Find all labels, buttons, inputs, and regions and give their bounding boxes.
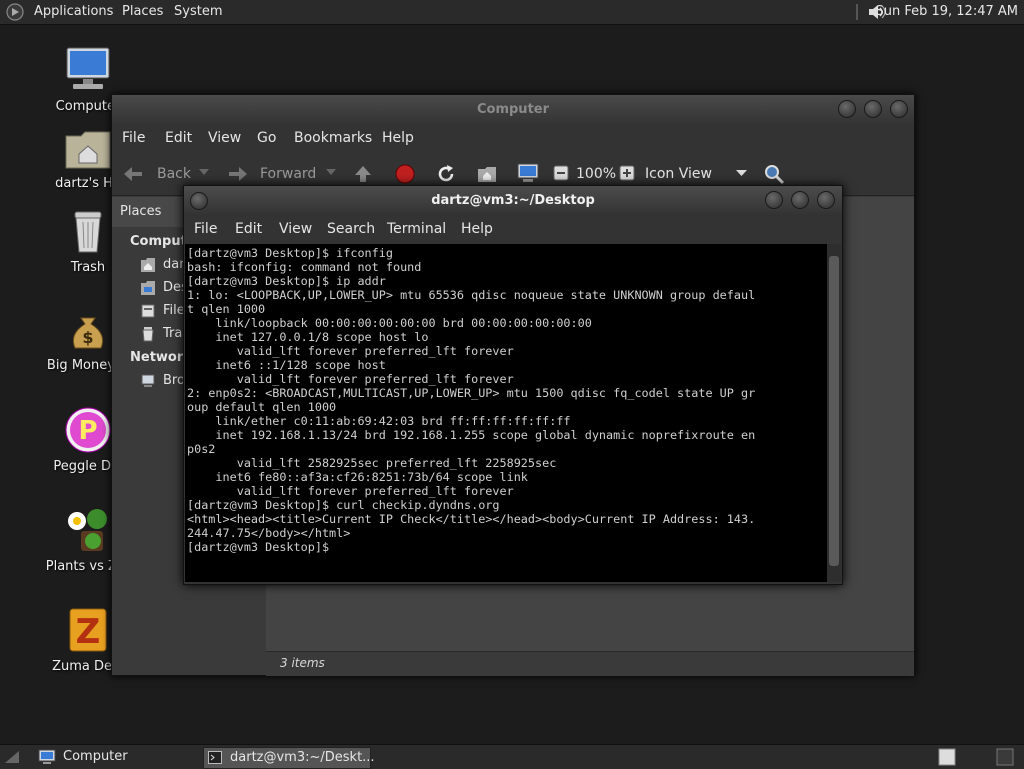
sidebar-header[interactable]: Places [120,204,161,219]
applications-menu[interactable]: Applications [34,4,113,19]
plants-icon [68,509,107,551]
sidebar-item-trash[interactable]: Tra [163,326,182,341]
menu-view[interactable]: View [208,130,241,146]
taskbar-item-label: Computer [63,749,128,764]
menu-edit[interactable]: Edit [235,221,262,237]
clock[interactable]: Sun Feb 19, 12:47 AM [875,4,1018,19]
panel-separator [856,4,858,20]
menu-file[interactable]: File [122,130,145,146]
status-text: 3 items [280,656,325,670]
workspace-2-icon[interactable] [996,748,1014,766]
places-menu[interactable]: Places [122,4,163,19]
workspace-switcher-icon[interactable] [938,748,956,766]
show-desktop-icon[interactable] [4,750,20,764]
maximize-button[interactable] [864,100,882,118]
terminal-menubar: File Edit View Search Terminal Help [184,216,842,244]
terminal-screen[interactable]: [dartz@vm3 Desktop]$ ifconfig bash: ifco… [185,244,827,582]
minimize-button[interactable] [838,100,856,118]
menu-terminal[interactable]: Terminal [387,221,446,237]
zoom-level: 100% [576,166,617,182]
back-dropdown-icon[interactable] [199,169,209,177]
bottom-panel: Computer dartz@vm3:~/Deskt... [0,744,1024,769]
sidebar-item-browse-network[interactable]: Bro [163,373,185,388]
forward-arrow-icon[interactable] [227,165,249,183]
home-folder-small-icon [141,258,155,272]
view-mode-select[interactable]: Icon View [645,166,712,182]
menu-view[interactable]: View [279,221,312,237]
trash-small-icon [142,327,154,342]
terminal-scrollbar[interactable] [827,244,841,582]
zuma-icon: Z [69,608,107,652]
menu-edit[interactable]: Edit [165,130,192,146]
search-icon[interactable] [763,163,785,185]
menu-file[interactable]: File [194,221,217,237]
zoom-out-icon[interactable] [553,165,569,181]
file-manager-statusbar: 3 items [266,651,914,676]
trash-icon [74,211,102,253]
computer-toolbar-icon[interactable] [516,162,540,184]
peggle-icon: P [65,407,111,453]
sidebar-item-home[interactable]: dar [163,257,185,272]
terminal-window: dartz@vm3:~/Desktop File Edit View Searc… [183,185,843,585]
reload-icon[interactable] [436,164,456,184]
taskbar-item-label: dartz@vm3:~/Deskt... [230,750,375,765]
file-manager-titlebar[interactable]: Computer [112,95,914,125]
filesystem-small-icon [141,304,155,318]
menu-search[interactable]: Search [327,221,375,237]
terminal-titlebar[interactable]: dartz@vm3:~/Desktop [184,186,842,216]
taskbar-item-terminal[interactable]: dartz@vm3:~/Deskt... [203,747,375,769]
home-icon[interactable] [476,164,498,184]
back-button[interactable]: Back [157,166,191,182]
zoom-in-icon[interactable] [619,165,635,181]
minimize-button[interactable] [765,191,783,209]
terminal-output[interactable]: [dartz@vm3 Desktop]$ ifconfig bash: ifco… [185,244,827,556]
taskbar-item-computer[interactable]: Computer [34,747,200,767]
network-small-icon [141,374,155,387]
money-bag-icon: $ [72,317,104,349]
forward-button[interactable]: Forward [260,166,316,182]
menu-go[interactable]: Go [257,130,276,146]
menu-help[interactable]: Help [461,221,493,237]
window-title: dartz@vm3:~/Desktop [431,193,595,208]
up-arrow-icon[interactable] [353,164,373,184]
top-panel: Applications Places System Sun Feb 19, 1… [0,0,1024,25]
sidebar-item-filesystem[interactable]: File [163,303,185,318]
file-manager-menubar: File Edit View Go Bookmarks Help [112,125,914,153]
close-button[interactable] [817,191,835,209]
terminal-small-icon [208,751,222,764]
gnome-foot-icon[interactable] [6,3,24,21]
home-folder-icon [65,131,111,169]
stop-icon[interactable] [395,164,415,184]
svg-text:Z: Z [76,612,101,652]
close-button[interactable] [890,100,908,118]
menu-bookmarks[interactable]: Bookmarks [294,130,372,146]
desktop-folder-small-icon [141,281,155,295]
computer-icon [66,47,110,89]
system-menu[interactable]: System [174,4,222,19]
window-title: Computer [476,102,550,117]
maximize-button[interactable] [791,191,809,209]
scrollbar-thumb[interactable] [829,256,839,566]
back-arrow-icon[interactable] [122,165,144,183]
view-mode-dropdown-icon[interactable] [736,170,748,178]
computer-small-icon [38,749,56,764]
svg-text:P: P [78,416,97,446]
forward-dropdown-icon[interactable] [326,169,336,177]
menu-help[interactable]: Help [382,130,414,146]
svg-text:$: $ [82,328,93,347]
